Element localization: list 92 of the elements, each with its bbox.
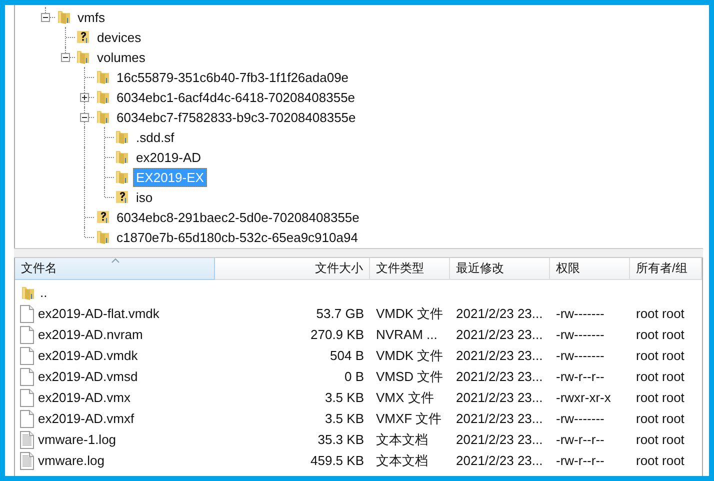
sort-ascending-icon	[111, 258, 120, 263]
tree-item[interactable]: 6034ebc8-291baec2-5d0e-70208408355e	[114, 208, 362, 226]
table-cell: root root	[636, 453, 684, 468]
tree-item[interactable]: ex2019-AD	[133, 148, 204, 166]
column-header[interactable]: 最近修改	[450, 258, 550, 280]
folder-icon	[94, 109, 110, 125]
collapse-icon[interactable]	[60, 53, 70, 62]
table-cell: 2021/2/23 23...	[456, 348, 543, 363]
question-folder-icon	[75, 29, 91, 45]
table-cell: 2021/2/23 23...	[456, 453, 543, 468]
table-cell: -rw-------	[556, 327, 604, 342]
table-cell: VMDK 文件	[376, 346, 444, 364]
tree-item[interactable]: .sdd.sf	[133, 128, 178, 146]
table-cell: root root	[636, 327, 684, 342]
table-cell: 文本文档	[376, 430, 428, 448]
tree-item[interactable]: 6034ebc7-f7582833-b9c3-70208408355e	[114, 108, 359, 126]
file-name[interactable]: vmware-1.log	[38, 432, 116, 447]
table-cell: 459.5 KB	[310, 453, 364, 468]
table-cell: 35.3 KB	[318, 432, 364, 447]
table-cell: root root	[636, 411, 684, 426]
table-cell: 2021/2/23 23...	[456, 432, 543, 447]
file-name[interactable]: ..	[40, 285, 48, 300]
table-cell: 270.9 KB	[310, 327, 364, 342]
folder-icon	[56, 9, 72, 25]
folder-icon	[114, 149, 130, 165]
question-folder-icon	[94, 209, 110, 225]
table-cell: VMXF 文件	[376, 410, 442, 428]
folder-icon	[94, 229, 110, 245]
table-cell: root root	[636, 432, 684, 447]
file-name[interactable]: ex2019-AD.vmxf	[38, 411, 134, 426]
table-cell: 3.5 KB	[324, 411, 364, 426]
table-cell: 2021/2/23 23...	[456, 390, 543, 405]
table-cell: -rw-r--r--	[556, 453, 604, 468]
folder-icon	[114, 129, 130, 145]
file-name[interactable]: ex2019-AD.vmsd	[38, 369, 138, 384]
collapse-icon[interactable]	[80, 113, 89, 122]
table-cell: -rw-------	[556, 411, 604, 426]
file-name[interactable]: vmware.log	[38, 453, 104, 468]
collapse-icon[interactable]	[41, 13, 50, 22]
table-cell: root root	[636, 369, 684, 384]
tree-item[interactable]: devices	[94, 28, 144, 46]
table-cell: 文本文档	[376, 452, 428, 470]
folder-icon	[114, 169, 130, 185]
table-cell: -rw-r--r--	[556, 369, 604, 384]
table-cell: root root	[636, 348, 684, 363]
table-cell: 53.7 GB	[316, 306, 364, 321]
table-cell: 2021/2/23 23...	[456, 411, 543, 426]
tree-item[interactable]: c1870e7b-65d180cb-532c-65ea9c910a94	[114, 228, 361, 246]
tree-item[interactable]: vmfs	[74, 8, 108, 26]
table-cell: NVRAM ...	[376, 327, 438, 342]
text-file-icon	[20, 430, 34, 448]
folder-icon	[75, 49, 91, 65]
table-cell: 0 B	[344, 369, 364, 384]
table-cell: VMX 文件	[376, 388, 434, 406]
table-cell: 504 B	[330, 348, 364, 363]
column-header[interactable]: 文件大小	[215, 258, 370, 280]
column-header[interactable]: 文件类型	[370, 258, 450, 280]
table-cell: root root	[636, 390, 684, 405]
tree-item[interactable]: 16c55879-351c6b40-7fb3-1f1f26ada09e	[114, 68, 352, 86]
folder-icon	[94, 89, 110, 105]
file-name[interactable]: ex2019-AD-flat.vmdk	[38, 306, 160, 321]
table-cell: -rwxr-xr-x	[556, 390, 611, 405]
table-cell: VMSD 文件	[376, 368, 444, 386]
file-icon	[20, 410, 34, 428]
file-name[interactable]: ex2019-AD.vmx	[38, 390, 130, 405]
tree-item[interactable]: volumes	[94, 48, 148, 66]
question-folder-icon	[114, 189, 130, 205]
file-name[interactable]: ex2019-AD.vmdk	[38, 348, 138, 363]
table-cell: -rw-------	[556, 306, 604, 321]
tree-item[interactable]: iso	[133, 188, 156, 206]
tree-item[interactable]: 6034ebc1-6acf4d4c-6418-70208408355e	[114, 88, 358, 106]
column-header[interactable]: 文件名	[15, 258, 215, 280]
folder-icon	[20, 284, 36, 300]
file-icon	[20, 388, 34, 406]
table-cell: -rw-r--r--	[556, 432, 604, 447]
table-cell: 2021/2/23 23...	[456, 306, 543, 321]
file-name[interactable]: ex2019-AD.nvram	[38, 327, 143, 342]
file-icon	[20, 368, 34, 386]
column-header[interactable]: 所有者/组	[630, 258, 702, 280]
text-file-icon	[20, 452, 34, 470]
table-cell: root root	[636, 306, 684, 321]
file-icon	[20, 304, 34, 322]
folder-icon	[94, 69, 110, 85]
file-icon	[20, 326, 34, 344]
expand-icon[interactable]	[80, 93, 89, 102]
column-header[interactable]: 权限	[550, 258, 630, 280]
table-cell: -rw-------	[556, 348, 604, 363]
file-icon	[20, 346, 34, 364]
table-cell: VMDK 文件	[376, 304, 444, 322]
table-cell: 2021/2/23 23...	[456, 369, 543, 384]
table-cell: 2021/2/23 23...	[456, 327, 543, 342]
table-cell: 3.5 KB	[324, 390, 364, 405]
